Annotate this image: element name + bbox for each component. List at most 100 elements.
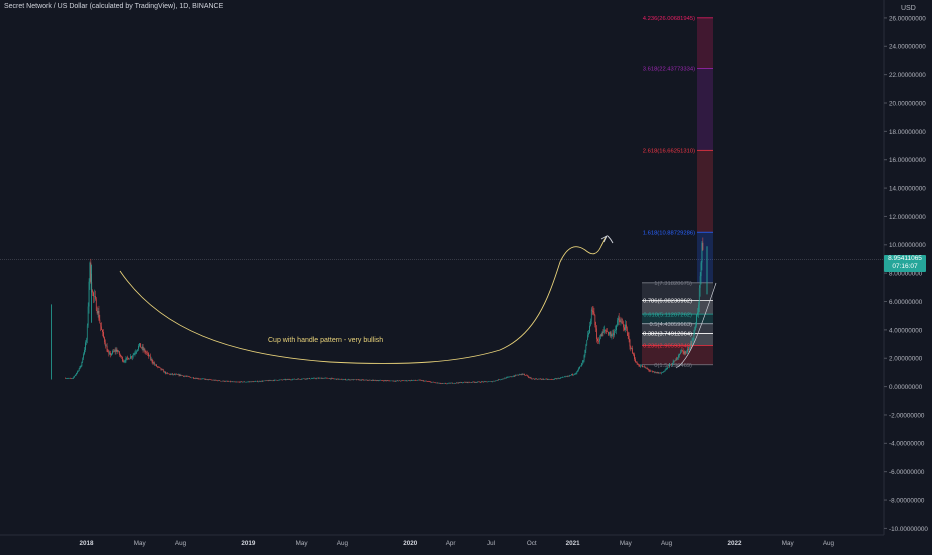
candle-body bbox=[467, 381, 469, 383]
candle-body bbox=[561, 377, 562, 379]
candle-body bbox=[163, 370, 165, 373]
candle-body bbox=[520, 374, 522, 375]
candle-body bbox=[576, 371, 578, 374]
candle-body bbox=[680, 352, 681, 354]
candle-body bbox=[388, 380, 390, 382]
candle-body bbox=[284, 379, 286, 380]
candle-body bbox=[395, 380, 397, 382]
candle-body bbox=[223, 380, 225, 382]
candle-body bbox=[373, 379, 374, 381]
candle-body bbox=[351, 379, 353, 380]
candle-body bbox=[226, 381, 228, 382]
candle-body bbox=[196, 378, 198, 379]
candle-body bbox=[249, 381, 251, 383]
price-axis[interactable]: 26.00000000 24.00000000 22.00000000 20.0000… bbox=[884, 15, 928, 533]
candle-body bbox=[356, 379, 358, 381]
candle-body bbox=[537, 378, 539, 380]
candle-body bbox=[497, 380, 499, 381]
y-tick-label: -8.00000000 bbox=[889, 497, 925, 504]
candle-body bbox=[355, 379, 356, 381]
candle-body bbox=[656, 372, 658, 374]
candle-body bbox=[454, 383, 455, 384]
candle-body bbox=[682, 350, 684, 352]
fibonacci-extension[interactable]: 0(1.54296469)0.236(2.90593849)0.382(3.74… bbox=[642, 16, 713, 369]
candle-body bbox=[441, 383, 443, 384]
time-axis[interactable]: 2018 May Aug 2019 May Aug 2020 Apr Jul Oct 2021 May… bbox=[79, 540, 834, 547]
candle-body bbox=[660, 372, 661, 374]
candle-body bbox=[405, 380, 407, 381]
candle-body bbox=[293, 378, 294, 380]
candle-body bbox=[187, 376, 189, 377]
candle-body bbox=[367, 380, 369, 381]
candle-body bbox=[157, 366, 158, 367]
candle-body bbox=[76, 372, 77, 375]
cup-drawing[interactable]: Cup with handle pattern - very bullish bbox=[119, 234, 717, 369]
candle-body bbox=[316, 378, 318, 379]
candle-body bbox=[340, 379, 342, 380]
candle-body bbox=[629, 339, 631, 347]
candle-body bbox=[119, 351, 121, 356]
candle-body bbox=[283, 379, 284, 380]
candle-body bbox=[491, 381, 493, 382]
candle-body bbox=[142, 346, 144, 350]
candle-body bbox=[599, 334, 601, 339]
candle-body bbox=[488, 381, 490, 383]
candle-body bbox=[374, 379, 376, 381]
candle-body bbox=[73, 377, 75, 379]
candle-body bbox=[95, 296, 96, 299]
candle-body bbox=[376, 380, 378, 381]
candle-body bbox=[518, 374, 520, 376]
candle-body bbox=[297, 378, 299, 380]
candle-body bbox=[329, 378, 330, 379]
fib-level-label: 0.236(2.90593849) bbox=[643, 344, 692, 350]
candle-body bbox=[658, 372, 660, 374]
candle-body bbox=[597, 338, 598, 341]
candle-body bbox=[459, 382, 461, 383]
candle-body bbox=[502, 378, 504, 380]
candle-body bbox=[440, 383, 442, 385]
candle-body bbox=[685, 351, 687, 353]
candle-body bbox=[394, 381, 396, 382]
candle-body bbox=[420, 380, 422, 381]
pattern-label: Cup with handle pattern - very bullish bbox=[268, 337, 383, 344]
candle-body bbox=[470, 382, 472, 383]
candle-body bbox=[594, 315, 596, 325]
candle-body bbox=[303, 378, 305, 380]
candle-body bbox=[455, 382, 457, 384]
candle-body bbox=[180, 374, 182, 376]
candle-body bbox=[638, 364, 640, 366]
candle-body bbox=[214, 379, 216, 381]
chart-container[interactable]: 0(1.54296469) 0.236(2.90593849) 0.382(3.74… bbox=[0, 0, 932, 550]
candle-body bbox=[421, 380, 423, 382]
candle-body bbox=[276, 380, 278, 381]
candle-body bbox=[471, 382, 472, 383]
candle-body bbox=[106, 345, 108, 352]
candle-body bbox=[66, 378, 67, 379]
candle-body bbox=[335, 378, 337, 380]
candle-body bbox=[359, 379, 361, 381]
y-tick-label: 18.00000000 bbox=[889, 129, 926, 136]
candle-body bbox=[271, 380, 273, 381]
y-tick-label: 6.00000000 bbox=[889, 299, 923, 306]
candle-body bbox=[415, 380, 417, 381]
candle-body bbox=[323, 378, 325, 379]
candle-body bbox=[559, 378, 561, 379]
candle-body bbox=[491, 381, 492, 382]
candle-body bbox=[694, 329, 696, 334]
candle-body bbox=[291, 379, 292, 381]
y-tick-label: 0.00000000 bbox=[889, 384, 923, 391]
candle-body bbox=[294, 379, 296, 380]
candle-body bbox=[109, 352, 111, 354]
candle-body bbox=[253, 381, 255, 383]
grid-layer bbox=[0, 0, 885, 536]
candle-body bbox=[655, 372, 657, 373]
candle-body bbox=[225, 381, 227, 382]
candle-body bbox=[120, 355, 121, 357]
candle-body bbox=[386, 380, 388, 382]
candle-body bbox=[681, 350, 683, 351]
candle-body bbox=[170, 374, 172, 375]
candle-body bbox=[700, 262, 702, 277]
price-chart[interactable]: 0(1.54296469)0.236(2.90593849)0.382(3.74… bbox=[0, 0, 932, 550]
candle-body bbox=[368, 380, 370, 381]
candle-body bbox=[103, 332, 104, 338]
